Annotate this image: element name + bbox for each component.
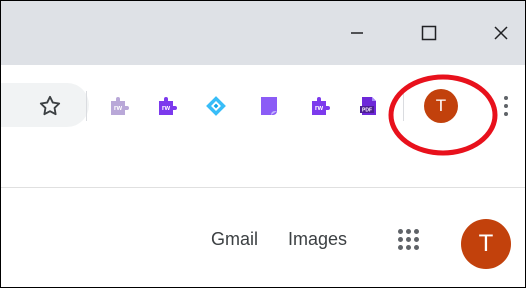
svg-text:rw: rw (162, 105, 171, 112)
browser-toolbar: rw rw rw PDF T (1, 65, 525, 145)
account-avatar-button[interactable]: T (461, 219, 511, 269)
close-icon (494, 26, 508, 40)
star-icon[interactable] (37, 93, 63, 119)
gmail-link[interactable]: Gmail (211, 229, 258, 250)
diamond-extension-icon[interactable] (204, 94, 228, 118)
svg-text:rw: rw (315, 105, 324, 112)
browser-window: rw rw rw PDF T Gmail Images T (0, 0, 526, 288)
svg-text:PDF: PDF (362, 108, 372, 114)
maximize-button[interactable] (409, 13, 449, 53)
extension-rw-icon[interactable]: rw (155, 94, 179, 118)
toolbar-separator (403, 91, 404, 121)
bookmark-shape-extension-icon[interactable] (257, 94, 281, 118)
extension-rw-icon[interactable]: rw (308, 94, 332, 118)
more-vertical-icon[interactable] (499, 93, 513, 119)
pdf-icon[interactable]: PDF (357, 94, 381, 118)
images-link[interactable]: Images (288, 229, 347, 250)
toolbar-separator (86, 91, 87, 121)
maximize-icon (421, 25, 437, 41)
apps-grid-icon[interactable] (398, 229, 420, 251)
close-button[interactable] (481, 13, 521, 53)
title-bar (1, 1, 525, 65)
svg-text:rw: rw (114, 105, 123, 112)
minimize-icon (351, 32, 363, 34)
minimize-button[interactable] (337, 13, 377, 53)
extension-rw-icon[interactable]: rw (107, 94, 131, 118)
profile-avatar-button[interactable]: T (424, 89, 458, 123)
page-divider (1, 187, 525, 188)
